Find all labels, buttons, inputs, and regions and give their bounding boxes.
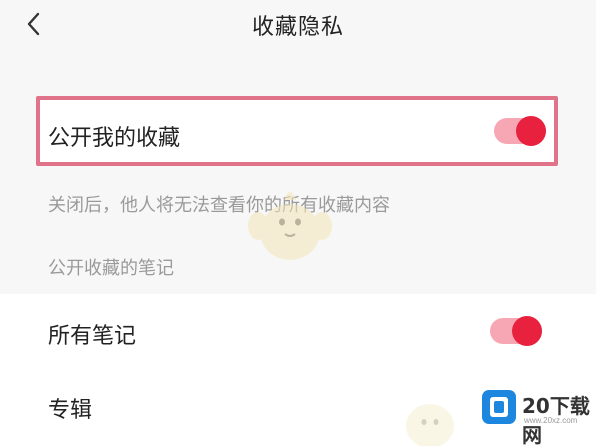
brand-url: www.20xz.com — [524, 416, 578, 425]
cube-logo-icon — [482, 390, 516, 424]
public-collection-toggle[interactable] — [494, 116, 546, 146]
public-collection-row[interactable]: 公开我的收藏 — [36, 96, 558, 166]
all-notes-row[interactable]: 所有笔记 — [0, 294, 596, 368]
brand-watermark: 20下载网 www.20xz.com — [480, 384, 596, 446]
all-notes-toggle[interactable] — [490, 316, 542, 346]
toggle-knob — [516, 116, 546, 146]
section-label: 公开收藏的笔记 — [48, 258, 174, 279]
albums-label: 专辑 — [48, 398, 93, 423]
page-title: 收藏隐私 — [251, 15, 344, 40]
all-notes-label: 所有笔记 — [48, 324, 137, 349]
cube-inner-shape — [494, 401, 504, 413]
header-bar: 收藏隐私 — [0, 0, 596, 50]
mascot-watermark-icon — [406, 404, 454, 446]
hint-text: 关闭后，他人将无法查看你的所有收藏内容 — [48, 195, 390, 216]
public-collection-label: 公开我的收藏 — [48, 126, 181, 151]
mascot-watermark-icon — [248, 192, 332, 260]
toggle-knob — [512, 316, 542, 346]
